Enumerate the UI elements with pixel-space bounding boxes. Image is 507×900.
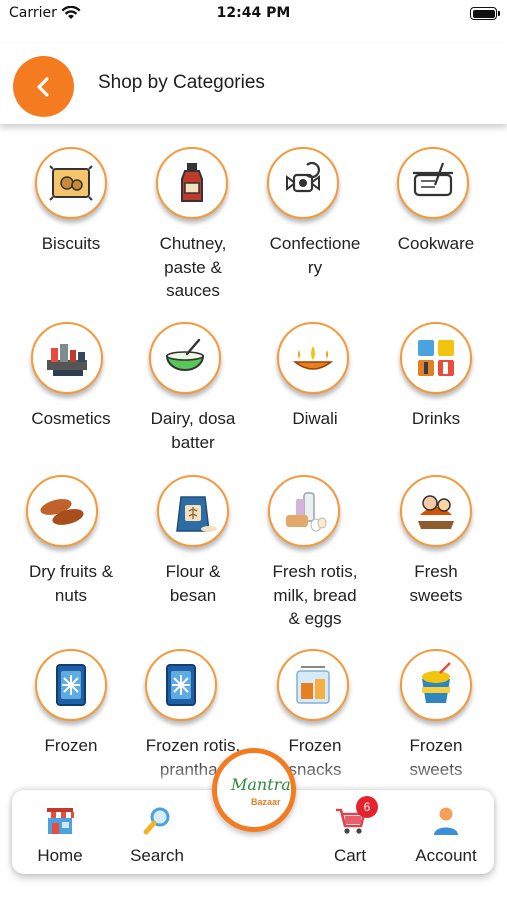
nav-search[interactable]: Search bbox=[115, 804, 199, 866]
freezer-icon bbox=[145, 649, 217, 721]
page-title: Shop by Categories bbox=[98, 72, 265, 93]
freezer-icon bbox=[35, 649, 107, 721]
nav-search-label: Search bbox=[130, 846, 184, 865]
logo-sub-text: Bazaar bbox=[251, 797, 281, 807]
chevron-left-icon bbox=[36, 76, 49, 97]
logo-script-text: Mantra bbox=[231, 775, 291, 794]
store-icon bbox=[46, 808, 74, 834]
nav-home-label: Home bbox=[37, 846, 83, 865]
category-label: Frozen bbox=[44, 736, 98, 755]
brand-logo-button[interactable]: Mantra Bazaar bbox=[212, 748, 296, 832]
nav-account[interactable]: Account bbox=[404, 804, 488, 866]
nav-cart-label: Cart bbox=[333, 846, 367, 865]
top-bar: Shop by Categories bbox=[0, 44, 507, 124]
nav-home[interactable]: Home bbox=[18, 804, 102, 866]
nav-account-label: Account bbox=[415, 846, 477, 865]
nav-cart[interactable]: 6 Cart bbox=[308, 796, 392, 866]
frozen-snacks-icon bbox=[277, 649, 349, 721]
back-button[interactable] bbox=[13, 56, 74, 117]
frozen-dessert-icon bbox=[400, 649, 472, 721]
account-icon bbox=[434, 807, 458, 835]
cart-count-badge: 6 bbox=[356, 796, 378, 818]
search-icon bbox=[143, 807, 170, 835]
